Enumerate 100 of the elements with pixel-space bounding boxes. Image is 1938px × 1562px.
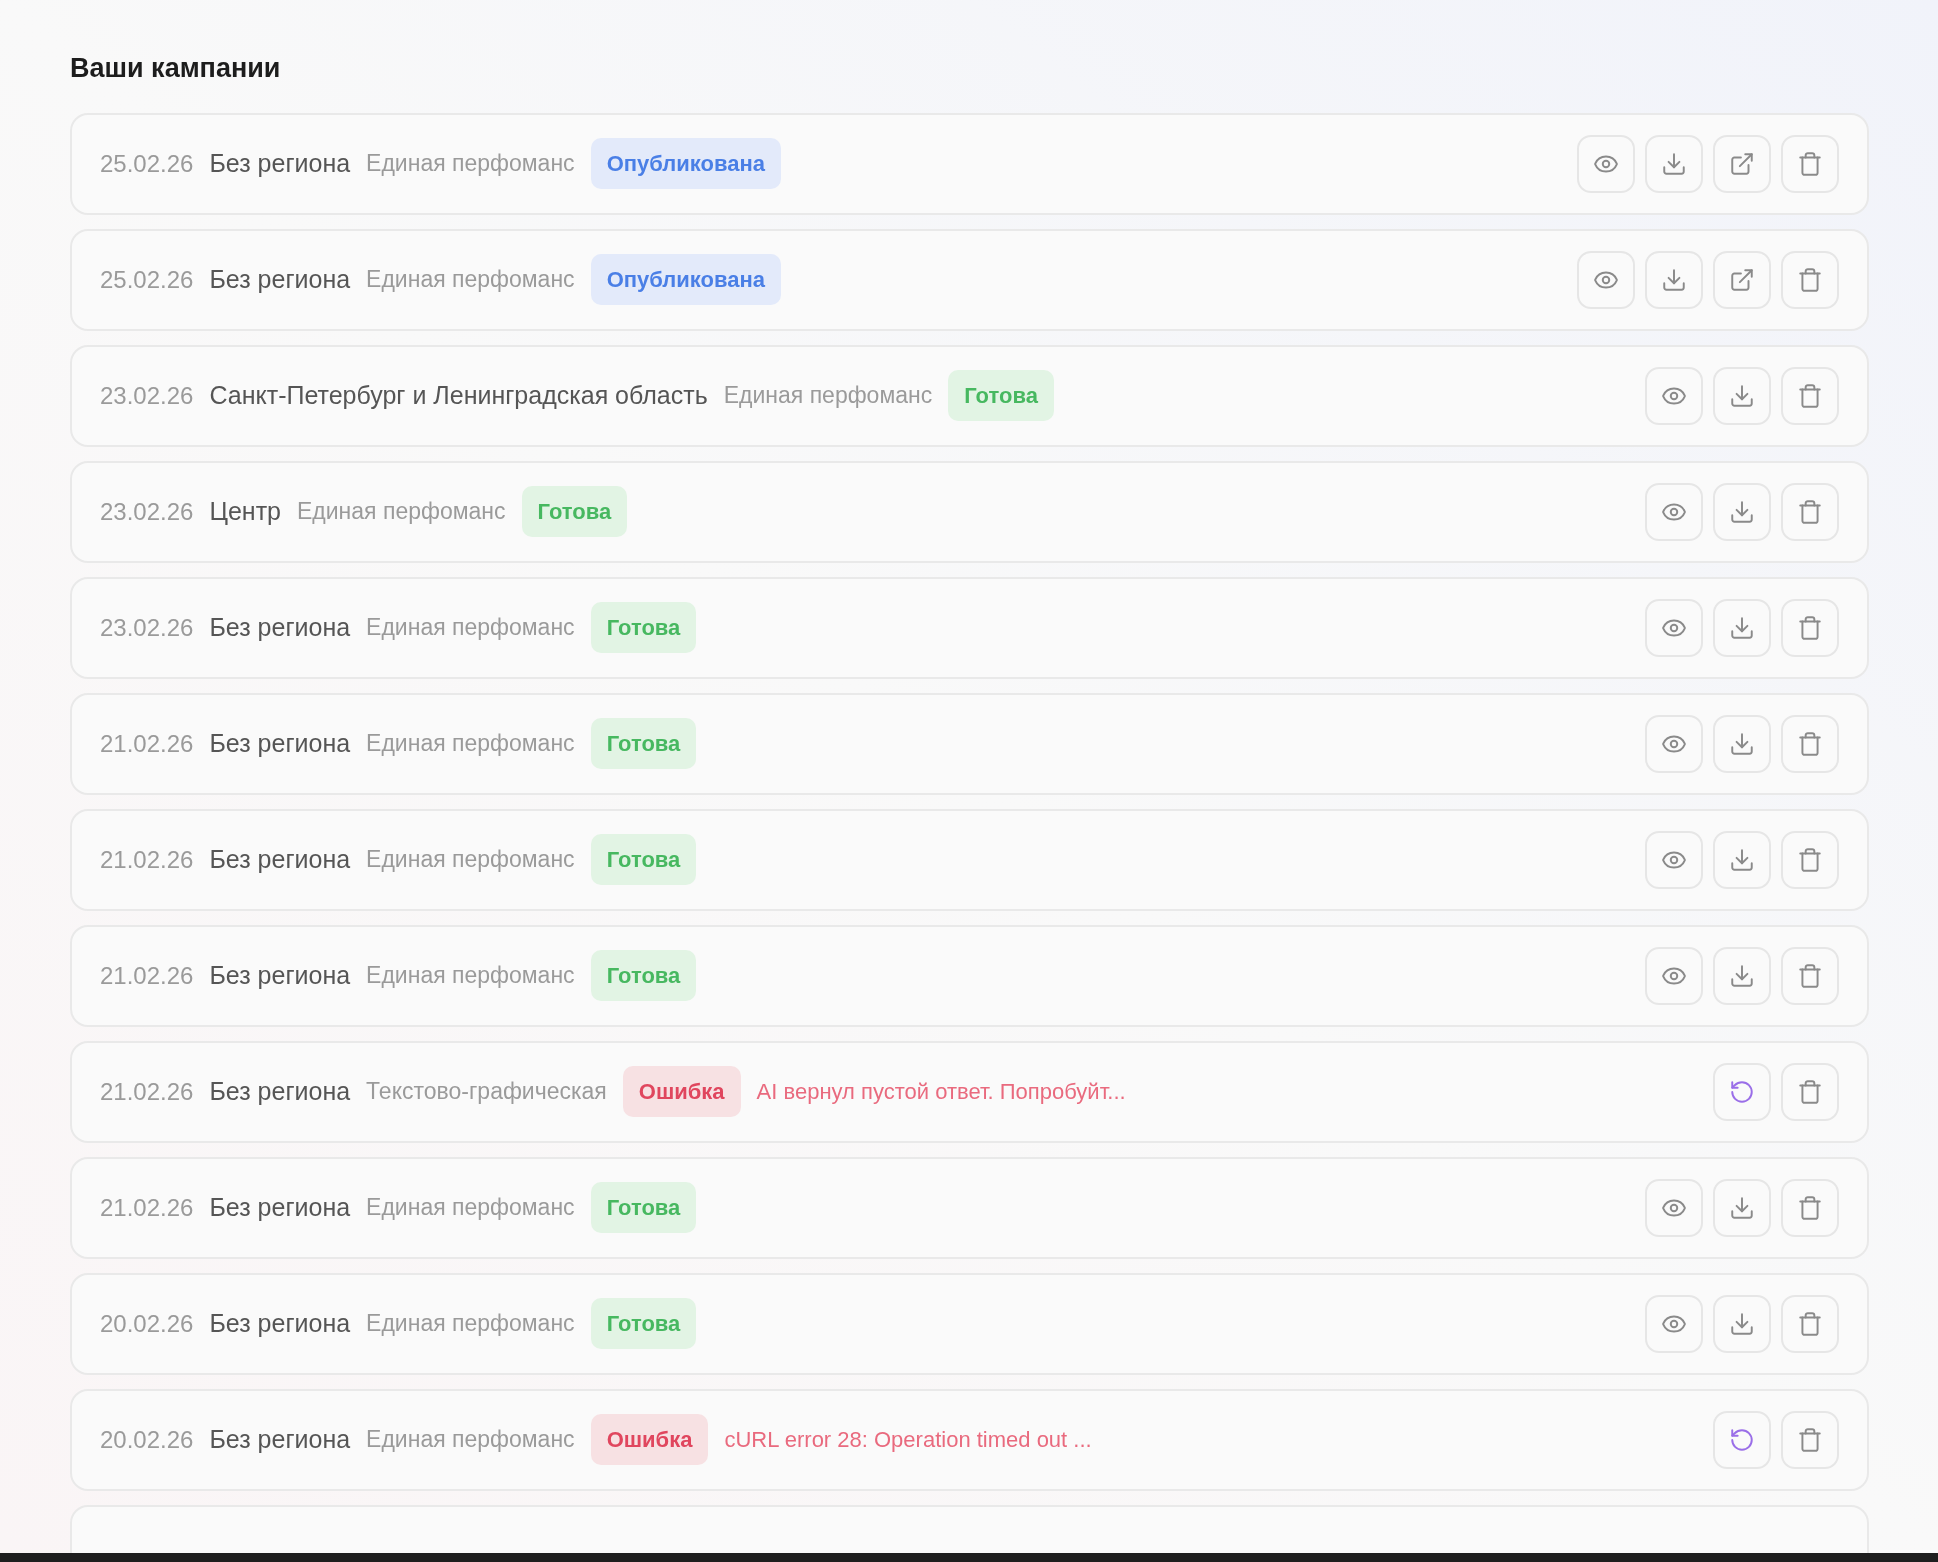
- trash-icon: [1797, 730, 1823, 757]
- campaign-date: 23.02.26: [100, 612, 194, 643]
- campaign-date: 20.02.26: [100, 1424, 194, 1455]
- campaign-region: Без региона: [209, 727, 351, 759]
- download-button[interactable]: [1645, 134, 1703, 193]
- campaign-date: 21.02.26: [100, 728, 194, 759]
- status-badge: Ошибка: [590, 1414, 709, 1465]
- status-badge: Готова: [590, 950, 697, 1001]
- view-button[interactable]: [1645, 482, 1703, 541]
- campaign-type: Единая перфоманс: [366, 149, 575, 179]
- trash-icon: [1797, 150, 1823, 177]
- campaign-region: Без региона: [209, 1191, 351, 1223]
- delete-button[interactable]: [1781, 830, 1839, 889]
- campaign-date: 21.02.26: [100, 844, 194, 875]
- delete-button[interactable]: [1781, 1294, 1839, 1353]
- campaign-region: Без региона: [209, 843, 351, 875]
- status-badge: Ошибка: [622, 1066, 741, 1117]
- page-title: Ваши кампании: [70, 52, 282, 85]
- delete-button[interactable]: [1781, 598, 1839, 657]
- status-badge: Готова: [590, 1182, 697, 1233]
- download-button[interactable]: [1713, 830, 1771, 889]
- campaign-type: Единая перфоманс: [366, 845, 575, 875]
- trash-icon: [1797, 1078, 1823, 1105]
- retry-button[interactable]: [1713, 1410, 1771, 1469]
- download-icon: [1729, 846, 1755, 873]
- status-badge: Готова: [521, 486, 628, 537]
- delete-button[interactable]: [1781, 250, 1839, 309]
- campaign-type: Единая перфоманс: [366, 1309, 575, 1339]
- external-link-icon: [1729, 266, 1755, 293]
- download-icon: [1729, 1310, 1755, 1337]
- view-button[interactable]: [1645, 830, 1703, 889]
- trash-icon: [1797, 846, 1823, 873]
- campaign-region: Без региона: [209, 1307, 351, 1339]
- campaign-type: Единая перфоманс: [366, 265, 575, 295]
- campaign-date: 23.02.26: [100, 380, 194, 411]
- download-button[interactable]: [1713, 482, 1771, 541]
- campaign-type: Единая перфоманс: [366, 1425, 575, 1455]
- status-badge: Опубликована: [590, 138, 781, 189]
- delete-button[interactable]: [1781, 134, 1839, 193]
- campaign-date: 25.02.26: [100, 264, 194, 295]
- campaign-region: Без региона: [209, 1423, 351, 1455]
- delete-button[interactable]: [1781, 1410, 1839, 1469]
- open-link-button[interactable]: [1713, 134, 1771, 193]
- status-badge: Готова: [590, 718, 697, 769]
- download-icon: [1729, 1194, 1755, 1221]
- retry-button[interactable]: [1713, 1062, 1771, 1121]
- delete-button[interactable]: [1781, 366, 1839, 425]
- error-message: AI вернул пустой ответ. Попробуйт...: [756, 1078, 1126, 1106]
- view-button[interactable]: [1645, 366, 1703, 425]
- view-button[interactable]: [1577, 134, 1635, 193]
- campaign-date: 20.02.26: [100, 1308, 194, 1339]
- trash-icon: [1797, 1194, 1823, 1221]
- delete-button[interactable]: [1781, 482, 1839, 541]
- download-button[interactable]: [1713, 714, 1771, 773]
- delete-button[interactable]: [1781, 1062, 1839, 1121]
- campaign-date: 21.02.26: [100, 1192, 194, 1223]
- campaign-type: Единая перфоманс: [297, 497, 506, 527]
- download-button[interactable]: [1713, 598, 1771, 657]
- status-badge: Готова: [948, 370, 1054, 421]
- download-button[interactable]: [1713, 946, 1771, 1005]
- download-icon: [1729, 614, 1755, 641]
- trash-icon: [1797, 962, 1823, 989]
- view-button[interactable]: [1645, 714, 1703, 773]
- trash-icon: [1797, 1310, 1823, 1337]
- status-badge: Опубликована: [590, 254, 781, 305]
- download-button[interactable]: [1713, 1178, 1771, 1237]
- trash-icon: [1797, 382, 1823, 409]
- download-button[interactable]: [1713, 366, 1771, 425]
- download-icon: [1729, 498, 1755, 525]
- delete-button[interactable]: [1781, 714, 1839, 773]
- open-link-button[interactable]: [1713, 250, 1771, 309]
- campaign-region: Без региона: [209, 959, 351, 991]
- delete-button[interactable]: [1781, 1178, 1839, 1237]
- campaign-type: Единая перфоманс: [366, 613, 575, 643]
- delete-button[interactable]: [1781, 946, 1839, 1005]
- campaign-type: Текстово-графическая: [366, 1077, 607, 1107]
- campaign-region: Без региона: [209, 611, 351, 643]
- download-button[interactable]: [1645, 250, 1703, 309]
- view-button[interactable]: [1645, 1178, 1703, 1237]
- campaign-date: 21.02.26: [100, 960, 194, 991]
- download-icon: [1729, 730, 1755, 757]
- retry-icon: [1729, 1078, 1755, 1105]
- view-button[interactable]: [1577, 250, 1635, 309]
- download-icon: [1661, 266, 1687, 293]
- campaign-type: Единая перфоманс: [366, 961, 575, 991]
- status-badge: Готова: [590, 834, 697, 885]
- view-button[interactable]: [1645, 598, 1703, 657]
- campaign-type: Единая перфоманс: [366, 729, 575, 759]
- campaign-date: 21.02.26: [100, 1076, 194, 1107]
- view-button[interactable]: [1645, 946, 1703, 1005]
- campaign-type: Единая перфоманс: [723, 381, 933, 411]
- campaign-region: Без региона: [209, 263, 351, 295]
- download-icon: [1729, 382, 1755, 409]
- campaign-region: Санкт-Петербург и Ленинградская область: [209, 379, 708, 411]
- view-button[interactable]: [1645, 1294, 1703, 1353]
- error-message: cURL error 28: Operation timed out ...: [724, 1426, 1092, 1454]
- download-button[interactable]: [1713, 1294, 1771, 1353]
- download-icon: [1729, 962, 1755, 989]
- trash-icon: [1797, 614, 1823, 641]
- trash-icon: [1797, 498, 1823, 525]
